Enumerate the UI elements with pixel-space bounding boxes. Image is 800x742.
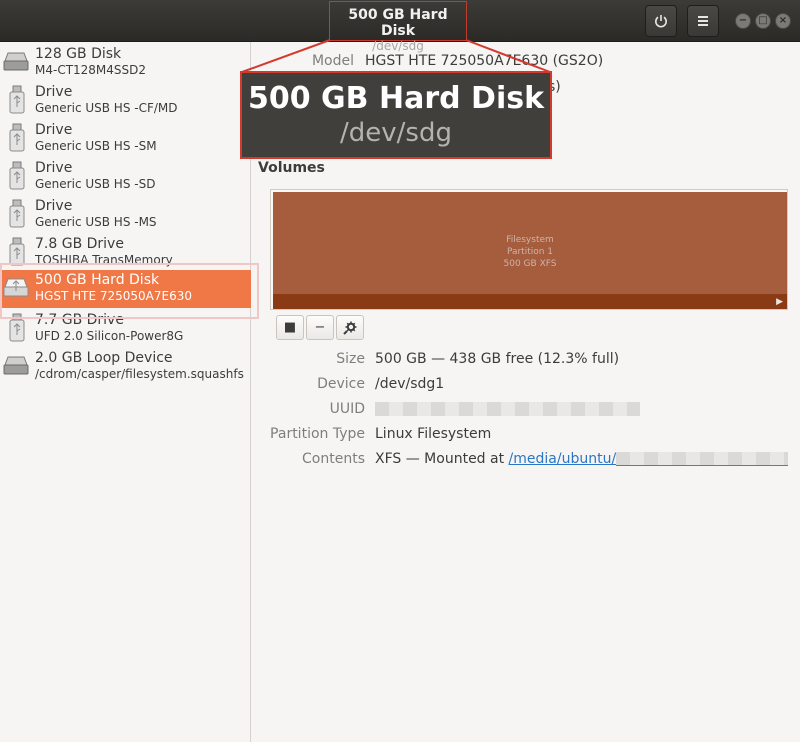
window-title: 500 GB Hard Disk (348, 7, 448, 39)
device-item-500gb-hard-disk[interactable]: 500 GB Hard Disk HGST HTE 725050A7E630 (0, 270, 251, 308)
device-value: /dev/sdg1 (375, 376, 445, 392)
minimize-icon: − (738, 15, 748, 26)
partition-type: Filesystem (506, 235, 554, 245)
device-name: 500 GB Hard Disk (35, 272, 160, 288)
device-name: 128 GB Disk (35, 46, 122, 62)
delete-partition-button[interactable]: − (306, 315, 334, 340)
maximize-button[interactable]: □ (755, 13, 771, 29)
device-item-128gb-disk[interactable]: 128 GB Disk M4-CT128M4SSD2 (0, 44, 251, 82)
device-model: M4-CT128M4SSD2 (35, 63, 147, 77)
device-item-drive-sm[interactable]: Drive Generic USB HS -SM (0, 120, 251, 158)
usb-drive-icon (9, 85, 25, 114)
device-model: HGST HTE 725050A7E630 (35, 289, 192, 303)
contents-label: Contents (302, 451, 365, 467)
play-icon: ▶ (776, 297, 783, 307)
device-name: 7.8 GB Drive (35, 236, 124, 252)
usb-drive-icon (9, 161, 25, 190)
usb-drive-icon (9, 237, 25, 266)
unmount-button[interactable]: ■ (276, 315, 304, 340)
power-icon (655, 15, 667, 28)
device-item-drive-sd[interactable]: Drive Generic USB HS -SD (0, 158, 251, 196)
partition-type-value: Linux Filesystem (375, 426, 492, 442)
device-model: Generic USB HS -SM (35, 139, 157, 153)
uuid-value-redacted (375, 400, 640, 418)
device-item-drive-cf-md[interactable]: Drive Generic USB HS -CF/MD (0, 82, 251, 120)
device-name: Drive (35, 122, 73, 138)
device-model: Generic USB HS -CF/MD (35, 101, 178, 115)
device-name: Drive (35, 198, 73, 214)
header-bar: 500 GB Hard Disk /dev/sdg − □ × (0, 0, 800, 53)
stop-icon: ■ (283, 320, 297, 335)
model-label: Model (311, 53, 354, 69)
size-value: 500 GB — 438 GB free (12.3% full) (375, 351, 620, 367)
device-model: /cdrom/casper/filesystem.squashfs (35, 367, 244, 381)
gear-icon (343, 321, 357, 335)
zoomed-title-callout: 500 GB Hard Disk /dev/sdg (240, 71, 552, 159)
mount-point-redacted (616, 452, 789, 466)
device-model: TOSHIBA TransMemory (35, 253, 173, 267)
hard-disk-icon (3, 356, 29, 375)
close-icon: × (778, 15, 788, 26)
volumes-heading: Volumes (258, 160, 325, 176)
disks-app-window: 500 GB Hard Disk /dev/sdg − □ × 128 GB D… (0, 0, 800, 742)
hard-disk-icon (3, 52, 29, 71)
device-label: Device (317, 376, 365, 392)
callout-subtitle: /dev/sdg (340, 118, 452, 148)
partition-label: Filesystem Partition 1 500 GB XFS (273, 234, 787, 270)
device-item-drive-ms[interactable]: Drive Generic USB HS -MS (0, 196, 251, 234)
minus-icon: − (314, 320, 326, 335)
partition-usage-bar: ▶ (273, 294, 787, 309)
device-name: 7.7 GB Drive (35, 312, 124, 328)
partition-size: 500 GB XFS (503, 259, 557, 269)
maximize-icon: □ (758, 15, 768, 26)
app-menu-button[interactable] (687, 5, 719, 37)
size-label: Size (336, 351, 365, 367)
device-item-7-7gb-drive[interactable]: 7.7 GB Drive UFD 2.0 Silicon-Power8G (0, 310, 251, 348)
mount-point-link[interactable]: /media/ubuntu/ (509, 451, 617, 467)
partition-type-label: Partition Type (270, 426, 365, 442)
partition-1-block[interactable]: Filesystem Partition 1 500 GB XFS ▶ (273, 192, 787, 309)
device-name: 2.0 GB Loop Device (35, 350, 173, 366)
partition-options-button[interactable] (336, 315, 364, 340)
minimize-button[interactable]: − (735, 13, 751, 29)
device-sidebar: 128 GB Disk M4-CT128M4SSD2 Drive Generic… (0, 42, 251, 742)
device-item-7-8gb-drive[interactable]: 7.8 GB Drive TOSHIBA TransMemory (0, 234, 251, 272)
device-name: Drive (35, 84, 73, 100)
device-model: UFD 2.0 Silicon-Power8G (35, 329, 184, 343)
uuid-label: UUID (329, 401, 365, 417)
model-value: HGST HTE 725050A7E630 (GS2O) (365, 53, 604, 69)
device-name: Drive (35, 160, 73, 176)
callout-title: 500 GB Hard Disk (247, 81, 545, 116)
device-item-loop-device[interactable]: 2.0 GB Loop Device /cdrom/casper/filesys… (0, 348, 251, 386)
volumes-map: Filesystem Partition 1 500 GB XFS ▶ (270, 189, 788, 310)
power-off-button[interactable] (645, 5, 677, 37)
hamburger-menu-icon (698, 16, 708, 26)
hard-disk-icon (3, 278, 29, 297)
device-model: Generic USB HS -MS (35, 215, 157, 229)
contents-prefix: XFS — Mounted at (375, 451, 509, 467)
partition-number: Partition 1 (506, 247, 554, 257)
device-model: Generic USB HS -SD (35, 177, 156, 191)
window-title-box: 500 GB Hard Disk /dev/sdg (329, 1, 467, 53)
contents-value: XFS — Mounted at /media/ubuntu/ (375, 450, 789, 468)
usb-drive-icon (9, 199, 25, 228)
usb-drive-icon (9, 313, 25, 342)
usb-drive-icon (9, 123, 25, 152)
close-button[interactable]: × (775, 13, 791, 29)
